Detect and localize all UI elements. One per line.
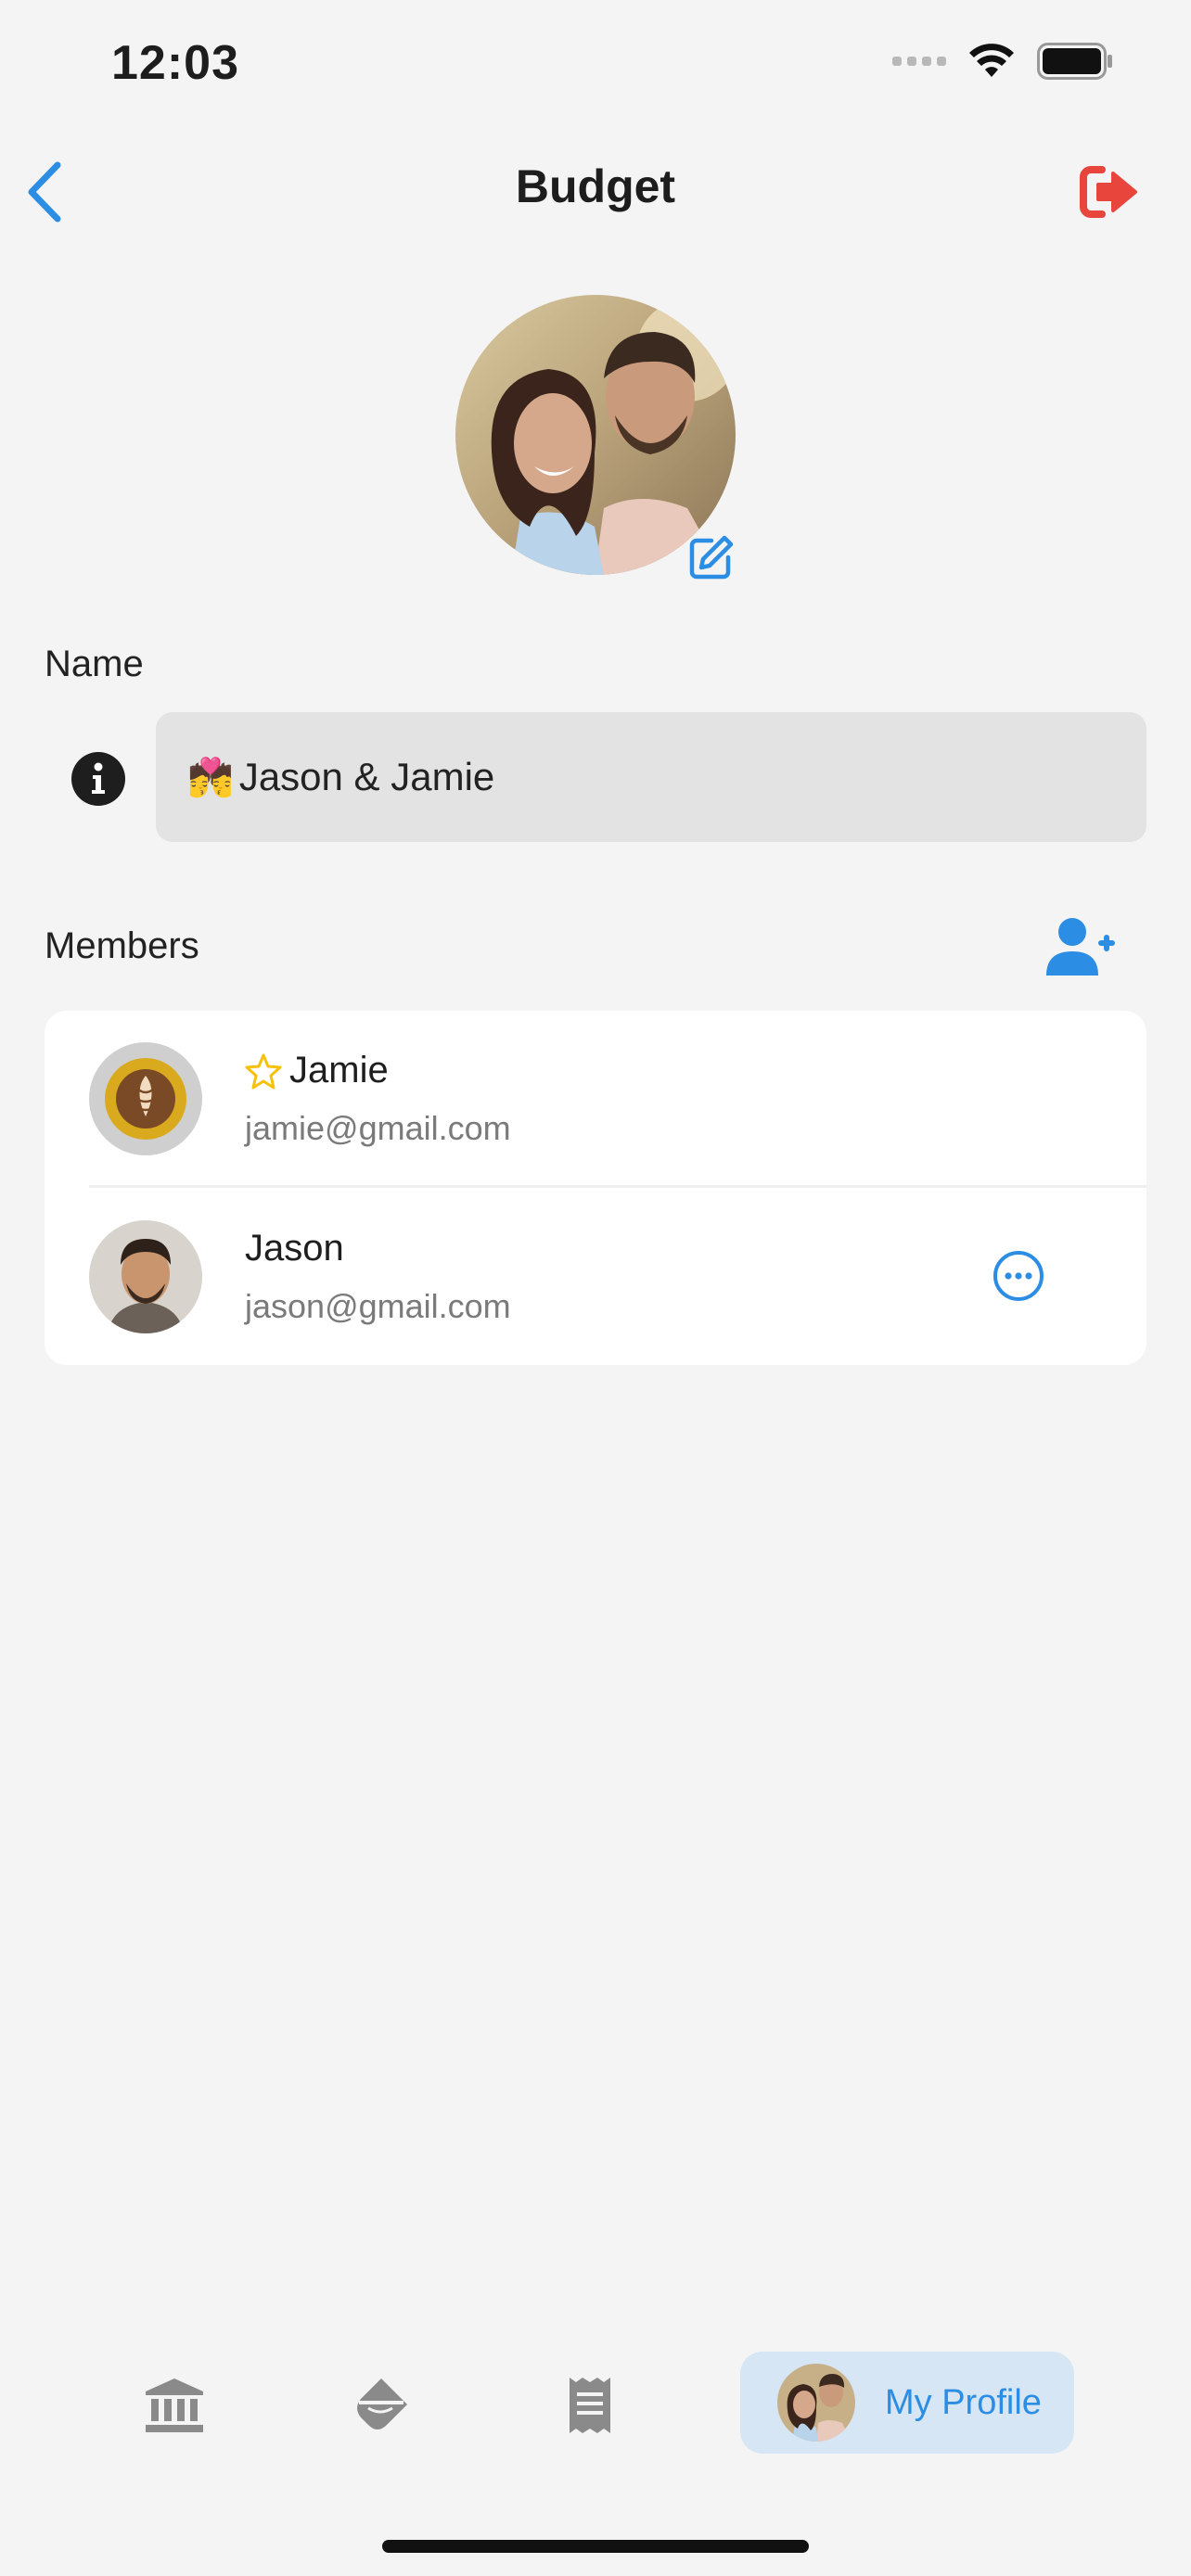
add-member-button[interactable] [1043, 912, 1121, 981]
page-title: Budget [515, 160, 676, 212]
bottom-navigation: My Profile [0, 2346, 1191, 2467]
budget-name-value: Jason & Jamie [238, 755, 495, 798]
couple-emoji: 💏 [187, 757, 234, 798]
member-name-text: Jamie [289, 1050, 389, 1090]
status-time: 12:03 [111, 36, 239, 90]
member-row-jamie[interactable]: Jamie jamie@gmail.com [45, 1011, 1146, 1188]
coffee-latte-photo [89, 1042, 202, 1155]
divider [89, 1185, 1146, 1188]
budget-screen: 12:03 Budget Name 💏 Jason & Jamie Member… [0, 0, 1191, 2576]
edit-photo-button[interactable] [685, 530, 738, 584]
member-name-text: Jason [245, 1228, 344, 1269]
man-portrait-photo [89, 1220, 202, 1333]
logout-button[interactable] [1074, 159, 1145, 224]
name-label: Name [45, 644, 144, 684]
home-indicator [382, 2540, 809, 2553]
user-plus-icon [1046, 918, 1115, 976]
battery-icon [1037, 43, 1112, 80]
members-label: Members [45, 925, 199, 966]
member-avatar [89, 1220, 202, 1333]
member-avatar [89, 1042, 202, 1155]
sign-out-icon [1080, 166, 1137, 218]
member-name: Jamie [245, 1050, 389, 1091]
budget-name-field[interactable]: 💏 Jason & Jamie [156, 712, 1146, 842]
star-icon [245, 1053, 282, 1089]
nav-tab-transactions[interactable] [547, 2363, 633, 2448]
info-icon[interactable] [70, 751, 126, 807]
status-icons [892, 43, 1113, 80]
nav-tab-budget[interactable] [338, 2363, 423, 2448]
nav-tab-my-profile[interactable]: My Profile [740, 2352, 1074, 2454]
member-row-jason[interactable]: Jason jason@gmail.com [45, 1189, 1146, 1365]
nav-profile-label: My Profile [885, 2382, 1042, 2422]
member-email: jason@gmail.com [245, 1287, 511, 1325]
receipt-icon [570, 2378, 610, 2433]
members-list: Jamie jamie@gmail.com Jason jason@gmail.… [45, 1011, 1146, 1365]
cellular-signal-icon [892, 57, 946, 66]
paint-bucket-icon [357, 2378, 407, 2429]
nav-tab-accounts[interactable] [132, 2363, 217, 2448]
edit-icon [689, 535, 734, 580]
member-email: jamie@gmail.com [245, 1109, 511, 1147]
wifi-icon [969, 44, 1014, 77]
couple-photo-small [777, 2364, 855, 2442]
bank-icon [146, 2378, 203, 2432]
member-name: Jason [245, 1228, 344, 1269]
profile-avatar [777, 2364, 855, 2442]
more-options-icon[interactable] [992, 1250, 1044, 1302]
